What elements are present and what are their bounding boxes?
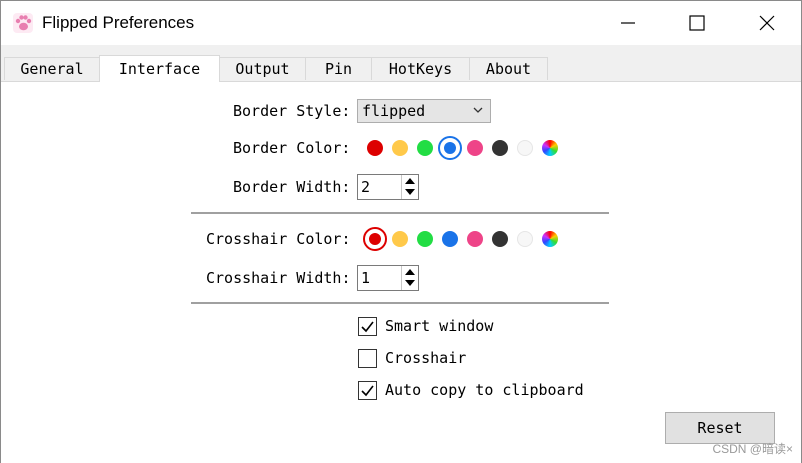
tab-general[interactable]: General — [4, 57, 100, 80]
crosshair-label[interactable]: Crosshair — [385, 349, 466, 367]
chevron-down-icon — [473, 107, 483, 113]
spin-down-icon[interactable] — [405, 189, 415, 195]
crosshair-color-swatch-7[interactable] — [542, 231, 558, 247]
reset-label: Reset — [697, 419, 743, 437]
tab-strip: General Interface Output Pin HotKeys Abo… — [1, 45, 801, 82]
tab-label: Interface — [118, 60, 201, 78]
minimize-button[interactable] — [605, 1, 651, 45]
crosshair-color-swatch-6[interactable] — [517, 231, 533, 247]
tab-label: Pin — [324, 60, 353, 78]
crosshair-color-swatch-5[interactable] — [492, 231, 508, 247]
tab-pin[interactable]: Pin — [305, 57, 372, 80]
crosshair-color-swatch-0[interactable] — [369, 233, 381, 245]
crosshair-checkbox[interactable] — [358, 349, 377, 368]
watermark: CSDN @暗读× — [712, 442, 793, 456]
auto-copy-checkbox[interactable] — [358, 381, 377, 400]
border-color-label: Border Color: — [233, 139, 351, 157]
crosshair-color-swatch-4[interactable] — [467, 231, 483, 247]
crosshair-width-spinbox[interactable]: 1 — [357, 265, 419, 291]
checkmark-icon — [361, 385, 374, 397]
border-width-spinbox[interactable]: 2 — [357, 174, 419, 200]
smart-window-checkbox[interactable] — [358, 317, 377, 336]
minimize-icon — [621, 22, 635, 24]
crosshair-width-arrows[interactable] — [401, 266, 418, 290]
tab-output[interactable]: Output — [219, 57, 306, 80]
title-bar: Flipped Preferences — [1, 1, 801, 45]
border-style-label: Border Style: — [233, 102, 351, 120]
border-color-swatch-2[interactable] — [417, 140, 433, 156]
crosshair-color-label: Crosshair Color: — [206, 230, 351, 248]
tab-hotkeys[interactable]: HotKeys — [371, 57, 470, 80]
border-style-value: flipped — [362, 102, 426, 120]
spin-up-icon[interactable] — [405, 269, 415, 275]
interface-panel: Border Style: flipped Border Color: Bord… — [1, 81, 801, 463]
maximize-button[interactable] — [674, 1, 720, 45]
close-button[interactable] — [744, 1, 790, 45]
border-color-swatch-5[interactable] — [492, 140, 508, 156]
crosshair-color-swatch-1[interactable] — [392, 231, 408, 247]
crosshair-width-label: Crosshair Width: — [206, 269, 351, 287]
paw-icon — [13, 13, 33, 33]
crosshair-width-value: 1 — [361, 269, 371, 287]
tab-interface[interactable]: Interface — [99, 55, 220, 82]
border-width-label: Border Width: — [233, 178, 351, 196]
tab-label: HotKeys — [388, 60, 453, 78]
border-style-select[interactable]: flipped — [357, 99, 491, 123]
separator — [191, 302, 609, 304]
border-color-swatch-1[interactable] — [392, 140, 408, 156]
maximize-icon — [689, 15, 705, 31]
tab-label: General — [20, 60, 84, 78]
separator — [191, 212, 609, 214]
checkmark-icon — [361, 321, 374, 333]
preferences-window: Flipped Preferences General Interface Ou… — [0, 0, 802, 463]
spin-down-icon[interactable] — [405, 280, 415, 286]
border-color-swatch-6[interactable] — [517, 140, 533, 156]
auto-copy-label[interactable]: Auto copy to clipboard — [385, 381, 584, 399]
tab-about[interactable]: About — [469, 57, 548, 80]
spin-up-icon[interactable] — [405, 178, 415, 184]
close-icon — [759, 15, 775, 31]
crosshair-color-swatch-3[interactable] — [442, 231, 458, 247]
tab-label: About — [485, 60, 532, 78]
crosshair-color-swatch-2[interactable] — [417, 231, 433, 247]
tab-label: Output — [235, 60, 290, 78]
border-width-value: 2 — [361, 178, 371, 196]
window-title: Flipped Preferences — [42, 13, 195, 32]
border-color-swatch-3[interactable] — [444, 142, 456, 154]
border-width-arrows[interactable] — [401, 175, 418, 199]
border-color-swatch-7[interactable] — [542, 140, 558, 156]
smart-window-label[interactable]: Smart window — [385, 317, 493, 335]
border-color-swatch-4[interactable] — [467, 140, 483, 156]
border-color-swatch-0[interactable] — [367, 140, 383, 156]
